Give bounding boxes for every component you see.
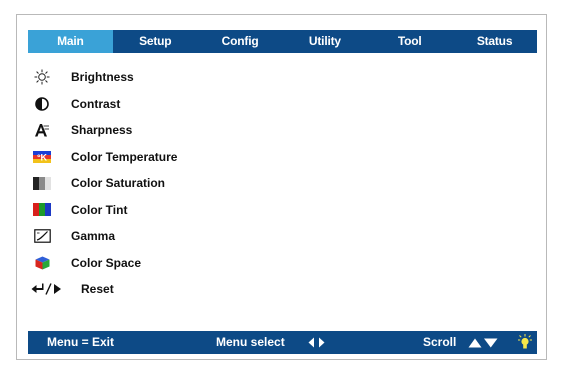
menu-select-hint: Menu select [216,335,285,349]
left-right-arrows-icon [308,337,325,348]
menu-item-label: Color Saturation [71,176,166,191]
color-saturation-icon [31,174,53,192]
tab-tool[interactable]: Tool [367,30,452,53]
lightbulb-icon [518,334,532,349]
menu-item-label: Color Space [71,255,142,270]
gamma-icon [31,227,53,245]
menu-item-color-space[interactable]: Color Space [31,250,141,277]
menu-item-brightness[interactable]: Brightness [31,64,134,91]
menu-item-label: Color Tint [71,202,128,217]
scroll-hint: Scroll [423,335,457,349]
footer-bar: Menu = Exit Menu select Scroll [28,331,537,354]
menu-list: Brightness Contrast Sharpness °K Color T… [31,64,177,303]
menu-item-color-saturation[interactable]: Color Saturation [31,170,165,197]
color-tint-icon [31,201,53,219]
menu-item-color-tint[interactable]: Color Tint [31,197,127,224]
up-down-arrows-icon [468,338,498,348]
menu-item-color-temperature[interactable]: °K Color Temperature [31,144,177,171]
menu-item-gamma[interactable]: Gamma [31,223,115,250]
exit-hint: Menu = Exit [47,335,115,349]
menu-item-reset[interactable]: Reset [31,276,114,303]
svg-text:°K: °K [37,152,48,162]
menu-item-label: Contrast [71,96,121,111]
menu-item-label: Brightness [71,70,134,85]
menu-item-sharpness[interactable]: Sharpness [31,117,132,144]
tab-status[interactable]: Status [452,30,537,53]
tab-setup[interactable]: Setup [113,30,198,53]
color-temperature-icon: °K [31,148,53,166]
osd-menu-window: Main Setup Config Utility Tool Status Br… [16,14,547,360]
tab-config[interactable]: Config [198,30,283,53]
color-space-icon [31,254,53,272]
reset-icon [31,280,65,298]
sun-icon [31,68,53,86]
menu-item-label: Reset [81,282,114,297]
sharpness-icon [31,121,53,139]
tab-utility[interactable]: Utility [282,30,367,53]
menu-item-label: Gamma [71,229,116,244]
contrast-icon [31,95,53,113]
tab-bar: Main Setup Config Utility Tool Status [28,30,537,53]
tab-main[interactable]: Main [28,30,113,53]
menu-item-contrast[interactable]: Contrast [31,91,120,118]
menu-item-label: Color Temperature [71,149,178,164]
menu-item-label: Sharpness [71,123,133,138]
